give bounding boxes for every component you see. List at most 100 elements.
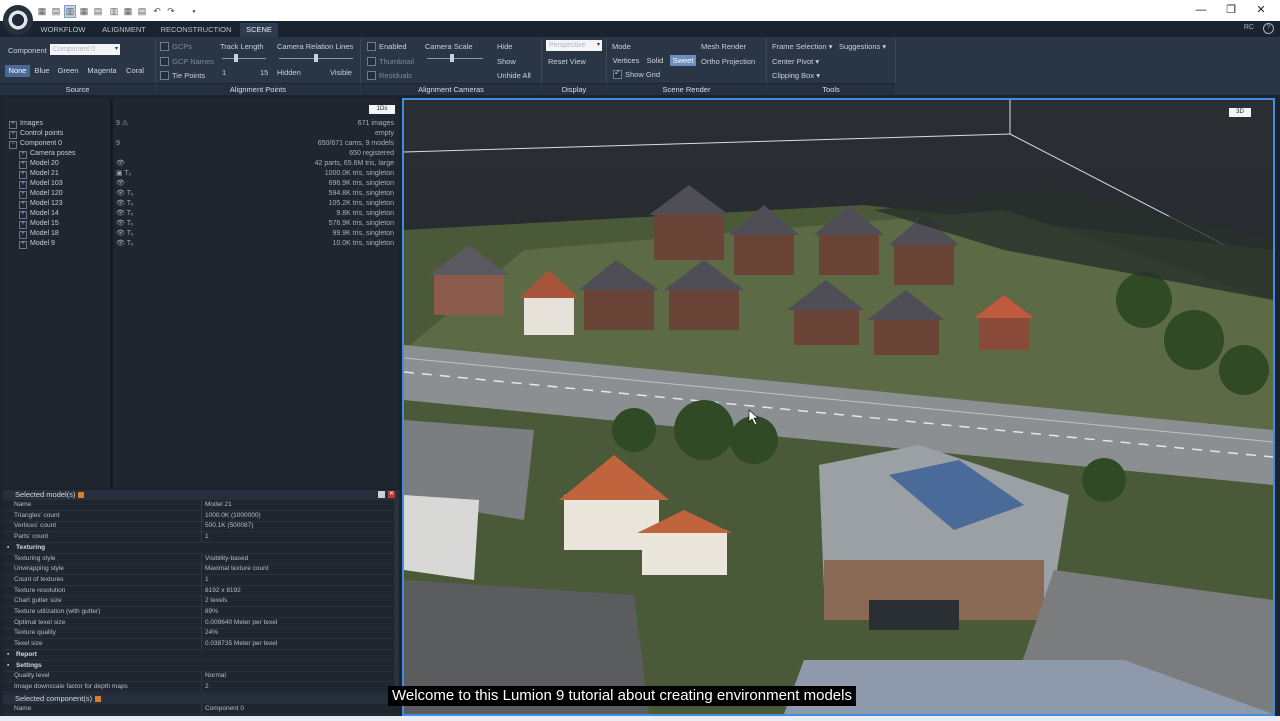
visibility-icon[interactable]: 👁 Tₓ bbox=[116, 229, 133, 239]
quick-access-layout-1-icon[interactable]: ▦ bbox=[37, 6, 47, 17]
close-window-button[interactable]: ✕ bbox=[1251, 3, 1271, 17]
tree-row[interactable]: + Camera poses 650 registered bbox=[3, 149, 399, 159]
tree-row[interactable]: + Control points empty bbox=[3, 129, 399, 139]
tree-row[interactable]: + Model 15 👁 Tₓ 576.9K tris, singleton bbox=[3, 219, 399, 229]
tab-alignment[interactable]: ALIGNMENT bbox=[96, 23, 152, 37]
component-select[interactable]: Component 0 ▾ bbox=[50, 44, 120, 55]
quick-access-layout-8-icon[interactable]: ▤ bbox=[137, 6, 147, 17]
suggestions-button[interactable]: Suggestions ▾ bbox=[839, 42, 886, 51]
tree-row[interactable]: + Images 9 ⚠ 671 images bbox=[3, 119, 399, 129]
3d-view[interactable]: 3D bbox=[402, 98, 1275, 716]
tree-expander-icon[interactable]: + bbox=[19, 181, 27, 189]
color-magenta-button[interactable]: Magenta bbox=[84, 65, 120, 77]
visibility-icon[interactable]: 👁 Tₓ bbox=[116, 199, 133, 209]
mesh-render-label[interactable]: Mesh Render bbox=[701, 42, 746, 51]
collapse-icon[interactable]: ▪ bbox=[7, 661, 9, 671]
selected-models-header[interactable]: Selected model(s) ✕ bbox=[3, 490, 399, 500]
tree-row[interactable]: − Component 0 9 650/671 cams, 9 models bbox=[3, 139, 399, 149]
restore-button[interactable]: ❐ bbox=[1221, 3, 1241, 17]
selected-components-header[interactable]: Selected component(s) ✕ bbox=[3, 694, 399, 704]
unhide-all-button[interactable]: Unhide All bbox=[497, 71, 531, 80]
hide-button[interactable]: Hide bbox=[497, 42, 512, 51]
visibility-icon[interactable]: ▣ Tₓ bbox=[116, 169, 131, 179]
property-row[interactable]: Name Component 0 bbox=[3, 704, 393, 715]
tree-expander-icon[interactable]: + bbox=[9, 131, 17, 139]
visibility-icon[interactable]: 👁 Tₓ bbox=[116, 189, 133, 199]
tree-expander-icon[interactable]: + bbox=[19, 171, 27, 179]
camera-scale-slider-thumb[interactable] bbox=[450, 54, 454, 62]
sweet-button[interactable]: Sweet bbox=[670, 55, 696, 66]
property-row[interactable]: Texture utilization (with gutter) 89% bbox=[3, 607, 393, 618]
reset-view-button[interactable]: Reset View bbox=[548, 57, 586, 66]
app-logo-icon[interactable] bbox=[3, 5, 33, 35]
property-row[interactable]: Texel size 0.038735 Meter per texel bbox=[3, 639, 393, 651]
property-row[interactable]: Vertices' count 500.1K (500087) bbox=[3, 521, 393, 533]
pin-icon[interactable] bbox=[378, 491, 385, 498]
tree-expander-icon[interactable]: + bbox=[9, 121, 17, 129]
track-length-slider[interactable] bbox=[222, 58, 266, 59]
tree-expander-icon[interactable]: + bbox=[19, 231, 27, 239]
tree-expander-icon[interactable]: + bbox=[19, 211, 27, 219]
tree-view-badge[interactable]: 1Ds bbox=[369, 105, 395, 114]
color-green-button[interactable]: Green bbox=[56, 65, 80, 77]
quick-access-layout-2-icon[interactable]: ▤ bbox=[51, 6, 61, 17]
frame-selection-button[interactable]: Frame Selection ▾ bbox=[772, 42, 832, 51]
collapse-icon[interactable]: ▪ bbox=[7, 650, 9, 660]
property-row[interactable]: Optimal texel size 0.009640 Meter per tex… bbox=[3, 617, 393, 629]
visibility-icon[interactable]: 9 ⚠ bbox=[116, 119, 128, 129]
tree-row[interactable]: + Model 103 👁 696.9K tris, singleton bbox=[3, 179, 399, 189]
property-row[interactable]: Texturing style Visibility-based bbox=[3, 553, 393, 565]
property-row[interactable]: Name Model 21 bbox=[3, 500, 393, 511]
enabled-checkbox[interactable] bbox=[367, 42, 376, 51]
property-row[interactable]: Texture resolution 8192 x 8192 bbox=[3, 585, 393, 597]
quick-access-layout-5-icon[interactable]: ▤ bbox=[93, 6, 103, 17]
projection-select[interactable]: Perspective ▾ bbox=[546, 40, 602, 51]
quick-access-layout-7-icon[interactable]: ▦ bbox=[123, 6, 133, 17]
gcps-checkbox[interactable] bbox=[160, 42, 169, 51]
property-row[interactable]: Image downscale factor for depth maps 2 bbox=[3, 681, 393, 693]
properties-scrollbar[interactable] bbox=[394, 499, 399, 691]
quick-access-menu-icon[interactable]: ▪ bbox=[189, 6, 199, 17]
tree-expander-icon[interactable]: + bbox=[19, 221, 27, 229]
visibility-icon[interactable]: 9 bbox=[116, 139, 120, 149]
tree-row[interactable]: + Model 14 👁 Tₓ 9.8K tris, singleton bbox=[3, 209, 399, 219]
property-group[interactable]: ▪ Settings bbox=[3, 661, 393, 672]
tree-expander-icon[interactable]: − bbox=[9, 141, 17, 149]
view-mode-badge[interactable]: 3D bbox=[1229, 108, 1251, 117]
tree-row[interactable]: + Model 120 👁 Tₓ 594.8K tris, singleton bbox=[3, 189, 399, 199]
track-length-slider-thumb[interactable] bbox=[234, 54, 238, 62]
tree-row[interactable]: + Model 9 👁 Tₓ 10.0K tris, singleton bbox=[3, 239, 399, 249]
residuals-checkbox[interactable] bbox=[367, 71, 376, 80]
color-coral-button[interactable]: Coral bbox=[123, 65, 147, 77]
camera-scale-slider[interactable] bbox=[427, 58, 483, 59]
visibility-icon[interactable]: 👁 Tₓ bbox=[116, 209, 133, 219]
ortho-projection-button[interactable]: Ortho Projection bbox=[701, 57, 755, 66]
undo-icon[interactable]: ↶ bbox=[152, 6, 162, 17]
color-none-button[interactable]: None bbox=[5, 65, 30, 77]
quick-access-layout-6-icon[interactable]: ▥ bbox=[109, 6, 119, 17]
visibility-icon[interactable]: 👁 bbox=[116, 159, 125, 169]
tree-expander-icon[interactable]: + bbox=[19, 241, 27, 249]
minimize-button[interactable]: — bbox=[1191, 3, 1211, 17]
property-group[interactable]: ▪ Report bbox=[3, 650, 393, 661]
tie-points-checkbox[interactable] bbox=[160, 71, 169, 80]
tree-expander-icon[interactable]: + bbox=[19, 201, 27, 209]
close-panel-button[interactable]: ✕ bbox=[388, 491, 395, 498]
tree-row[interactable]: + Model 123 👁 Tₓ 105.2K tris, singleton bbox=[3, 199, 399, 209]
property-row[interactable]: Parts' count 1 bbox=[3, 532, 393, 544]
quick-access-layout-4-icon[interactable]: ▦ bbox=[79, 6, 89, 17]
center-pivot-button[interactable]: Center Pivot ▾ bbox=[772, 57, 819, 66]
help-icon[interactable]: ? bbox=[1263, 23, 1274, 34]
camera-relation-lines-slider-thumb[interactable] bbox=[314, 54, 318, 62]
property-row[interactable]: Quality level Normal bbox=[3, 671, 393, 683]
tab-workflow[interactable]: WORKFLOW bbox=[36, 23, 90, 37]
collapse-icon[interactable]: ▪ bbox=[7, 543, 9, 553]
property-row[interactable]: Chart gutter size 2 texels bbox=[3, 596, 393, 608]
clipping-box-button[interactable]: Clipping Box ▾ bbox=[772, 71, 820, 80]
thumbnail-checkbox[interactable] bbox=[367, 57, 376, 66]
property-row[interactable]: Count of textures 1 bbox=[3, 574, 393, 586]
visibility-icon[interactable]: 👁 bbox=[116, 179, 125, 189]
property-group[interactable]: ▪ Texturing bbox=[3, 543, 393, 554]
tree-expander-icon[interactable]: + bbox=[19, 161, 27, 169]
solid-button[interactable]: Solid bbox=[644, 55, 666, 66]
